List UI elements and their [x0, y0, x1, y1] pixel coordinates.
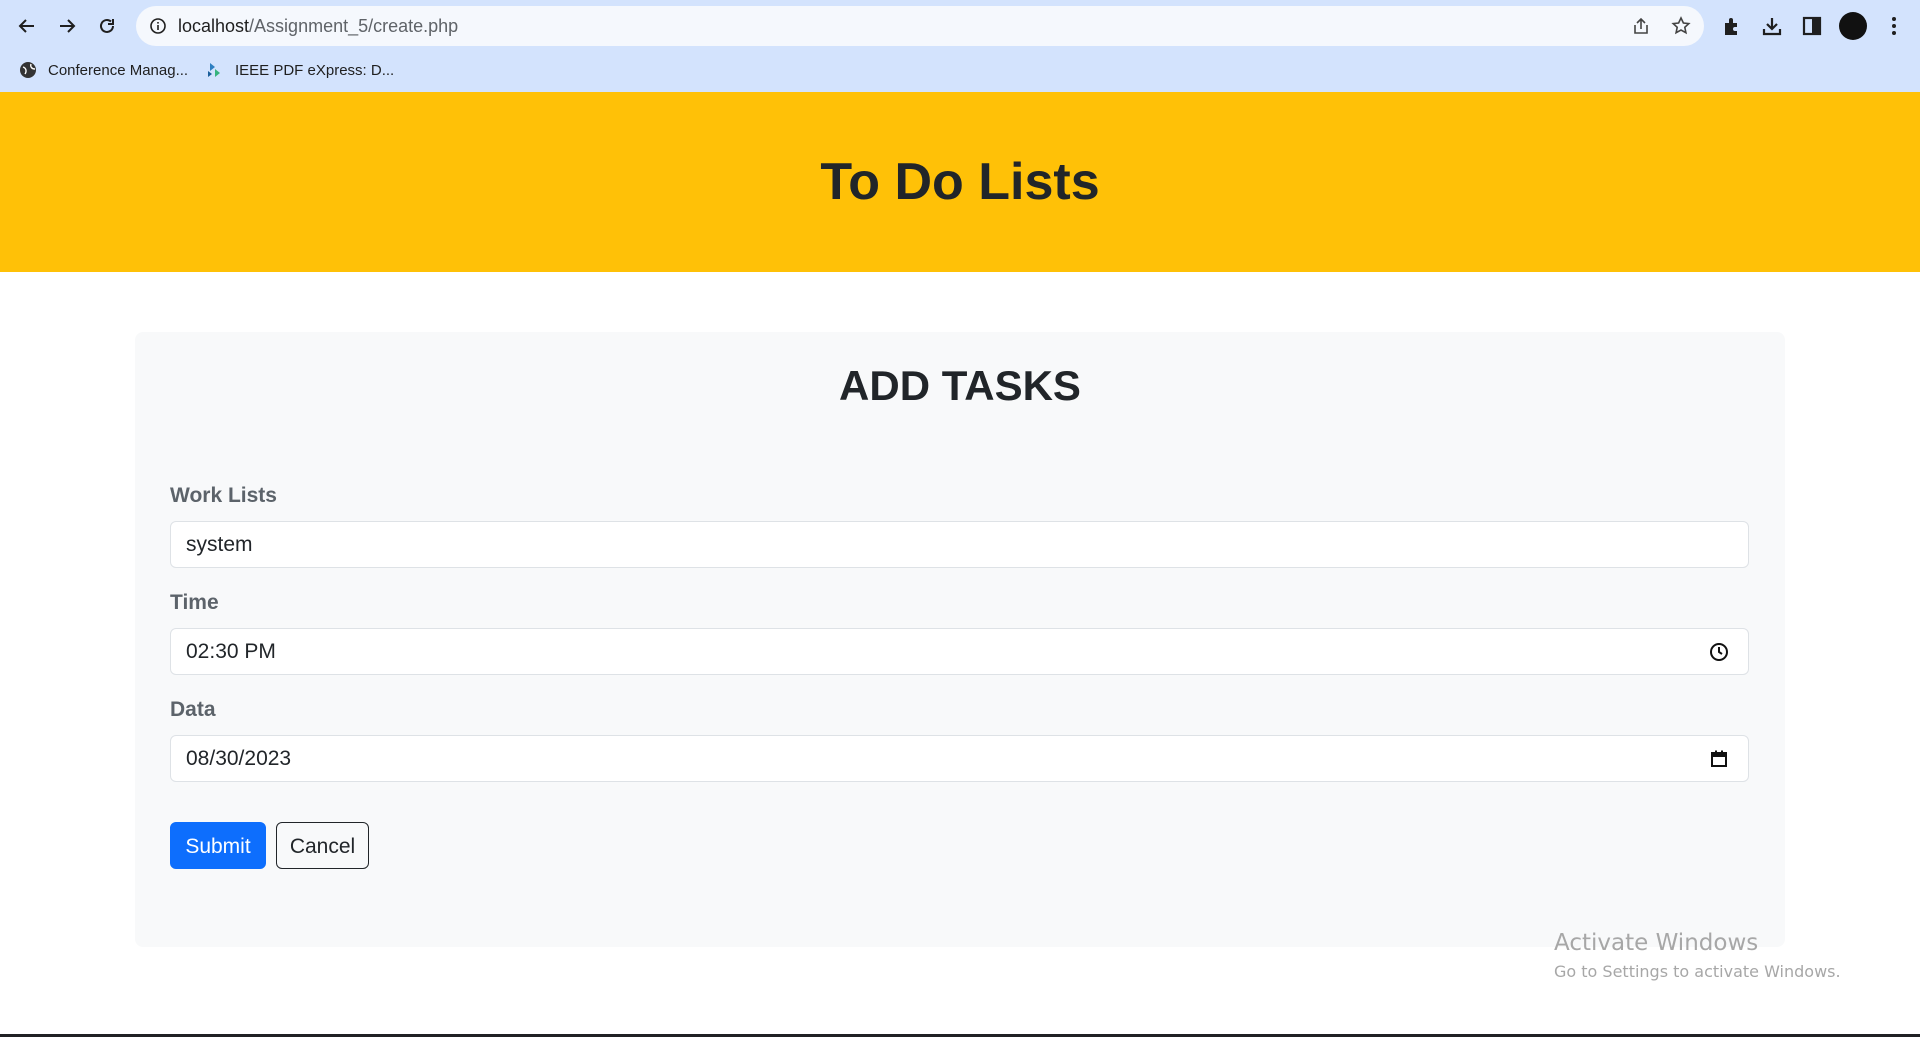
bookmark-star-icon[interactable] [1669, 14, 1693, 38]
date-input[interactable]: 08/30/2023 [170, 735, 1749, 782]
share-icon[interactable] [1629, 14, 1653, 38]
menu-kebab-icon[interactable] [1880, 12, 1908, 40]
time-label: Time [170, 591, 219, 614]
download-icon[interactable] [1758, 12, 1786, 40]
bookmarks-bar: Conference Manag... IEEE PDF eXpress: D.… [0, 54, 1920, 86]
submit-button[interactable]: Submit [170, 822, 266, 869]
profile-avatar[interactable] [1839, 12, 1867, 40]
ieee-logo-icon [205, 60, 225, 80]
watermark-title: Activate Windows [1554, 930, 1759, 956]
back-arrow-icon [18, 19, 34, 33]
page-content: To Do Lists ADD TASKS Work Lists system … [0, 92, 1920, 1035]
time-value: 02:30 PM [186, 640, 276, 663]
date-value: 08/30/2023 [186, 747, 292, 770]
browser-toolbar: localhost/Assignment_5/create.php [0, 0, 1920, 52]
site-info-icon[interactable] [148, 16, 168, 36]
clock-icon[interactable] [1708, 641, 1730, 663]
url-host: localhost [178, 16, 250, 36]
page-header: To Do Lists [0, 92, 1920, 272]
reload-button[interactable] [91, 10, 123, 42]
time-input[interactable]: 02:30 PM [170, 628, 1749, 675]
work-lists-value: system [186, 533, 253, 556]
url-path: /Assignment_5/create.php [249, 16, 459, 36]
bookmark-item[interactable]: Conference Manag... [18, 54, 188, 86]
work-lists-label: Work Lists [170, 484, 277, 507]
globe-icon [18, 60, 38, 80]
page-title: To Do Lists [820, 153, 1100, 211]
extensions-icon[interactable] [1718, 12, 1746, 40]
browser-chrome: localhost/Assignment_5/create.php Confer… [0, 0, 1920, 92]
bookmark-label: IEEE PDF eXpress: D... [235, 61, 395, 79]
date-label: Data [170, 698, 216, 721]
reload-icon [100, 18, 114, 33]
work-lists-input[interactable]: system [170, 521, 1749, 568]
add-task-form-card: ADD TASKS Work Lists system Time 02:30 P… [135, 332, 1785, 947]
calendar-icon[interactable] [1708, 748, 1730, 770]
forward-button[interactable] [51, 10, 83, 42]
address-bar[interactable]: localhost/Assignment_5/create.php [136, 6, 1704, 46]
forward-arrow-icon [60, 19, 76, 33]
side-panel-icon[interactable] [1798, 12, 1826, 40]
cancel-button[interactable]: Cancel [276, 822, 369, 869]
back-button[interactable] [11, 10, 43, 42]
watermark-subtitle: Go to Settings to activate Windows. [1554, 962, 1841, 981]
form-title: ADD TASKS [839, 362, 1081, 409]
activate-windows-watermark: Activate Windows Go to Settings to activ… [1554, 930, 1841, 981]
bookmark-item[interactable]: IEEE PDF eXpress: D... [205, 54, 394, 86]
url-text: localhost/Assignment_5/create.php [178, 6, 458, 46]
bookmark-label: Conference Manag... [48, 61, 189, 79]
